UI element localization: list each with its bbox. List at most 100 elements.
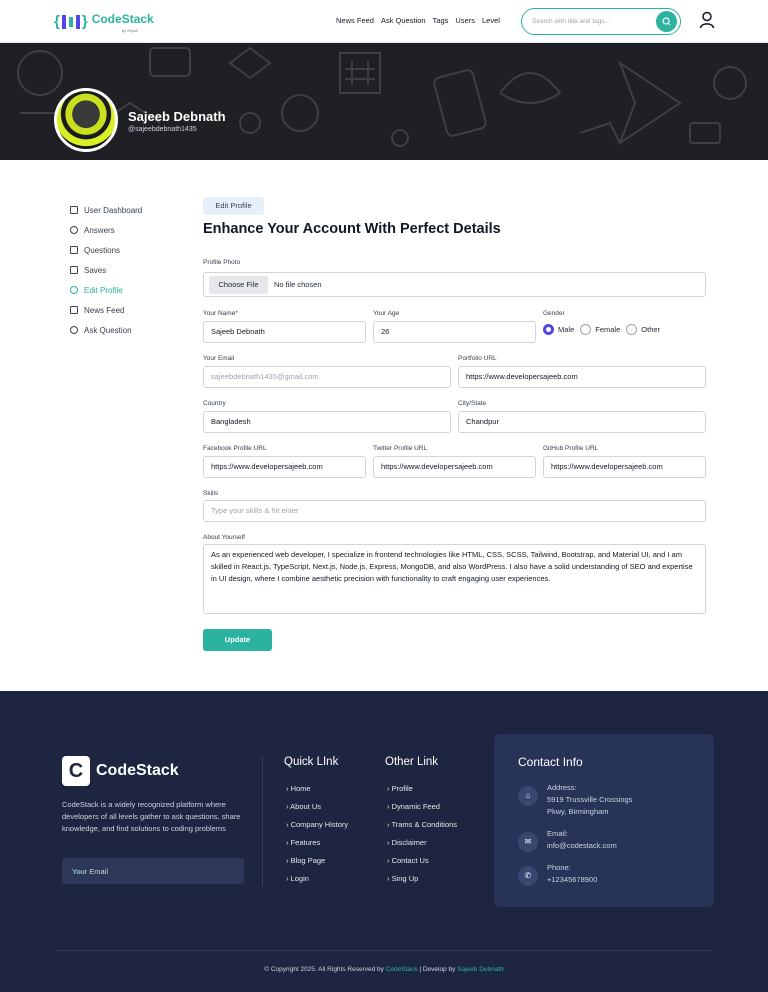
page-title: Enhance Your Account With Perfect Detail…: [203, 221, 501, 237]
choose-file-button[interactable]: Choose File: [209, 276, 268, 294]
footer-link[interactable]: › About Us: [286, 798, 348, 816]
grid-icon: [70, 206, 78, 214]
footer-link[interactable]: › Disclaimer: [387, 834, 457, 852]
arrow-right-icon[interactable]: →: [72, 863, 236, 877]
footer-link[interactable]: › Home: [286, 780, 348, 798]
sidebar-item-saves[interactable]: Saves: [70, 260, 142, 280]
footer-logo-icon: C: [62, 756, 90, 786]
brand-logo[interactable]: {} CodeStack by Zeps0: [54, 10, 154, 33]
skills-label: Skills: [203, 490, 219, 497]
portfolio-field[interactable]: https://www.developersajeeb.com: [458, 366, 706, 388]
gender-male-radio[interactable]: Male: [543, 324, 574, 335]
other-links-title: Other Link: [385, 756, 439, 768]
radio-label: Other: [641, 325, 661, 334]
footer-link[interactable]: › Features: [286, 834, 348, 852]
search-input[interactable]: Search with title and tags...: [521, 8, 681, 35]
search-icon: [662, 17, 671, 26]
copyright-text: © Copyright 2025. All Rights Reserved by…: [264, 966, 504, 973]
gender-label: Gender: [543, 310, 565, 317]
nav-tags[interactable]: Tags: [433, 16, 449, 25]
email-label: Your Email: [203, 355, 235, 362]
sidebar-item-label: Ask Question: [84, 325, 132, 335]
age-label: Your Age: [373, 310, 400, 317]
radio-circle: [543, 324, 554, 335]
contact-title: Contact Info: [518, 755, 583, 769]
about-textarea[interactable]: As an experienced web developer, I speci…: [203, 544, 706, 614]
phone-icon: ✆: [518, 866, 538, 886]
file-status: No file chosen: [274, 280, 322, 289]
profile-handle: @sajeebdebnath1435: [128, 126, 197, 133]
country-field[interactable]: Bangladesh: [203, 411, 451, 433]
user-edit-icon: [70, 286, 78, 294]
dashboard-sidebar: User Dashboard Answers Questions Saves E…: [70, 200, 142, 340]
nav-level[interactable]: Level: [482, 16, 500, 25]
gender-other-radio[interactable]: Other: [626, 324, 660, 335]
author-link[interactable]: Sajeeb Debnath: [457, 966, 504, 973]
brand-name: CodeStack: [91, 12, 154, 26]
profile-avatar: [54, 88, 118, 152]
footer-link[interactable]: › Trams & Conditions: [387, 816, 457, 834]
nav-users[interactable]: Users: [455, 16, 475, 25]
sidebar-item-label: Questions: [84, 245, 121, 255]
copyright-brand-link[interactable]: CodeStack: [386, 966, 418, 973]
email-value[interactable]: info@codestack.com: [547, 841, 617, 850]
footer-link[interactable]: › Login: [286, 870, 348, 888]
footer-link[interactable]: › Contact Us: [387, 852, 457, 870]
other-links-list: › Profile › Dynamic Feed › Trams & Condi…: [387, 780, 457, 888]
city-field[interactable]: Chandpur: [458, 411, 706, 433]
footer-link[interactable]: › Sing Up: [387, 870, 457, 888]
github-label: GitHub Profile URL: [543, 445, 599, 452]
footer-link[interactable]: › Company History: [286, 816, 348, 834]
top-header: {} CodeStack by Zeps0 News Feed Ask Ques…: [0, 0, 768, 43]
skills-field[interactable]: Type your skills & hit enter: [203, 500, 706, 522]
country-label: Country: [203, 400, 226, 407]
tab-edit-profile[interactable]: Edit Profile: [203, 197, 264, 215]
email-label: Email:: [547, 829, 568, 838]
github-field[interactable]: https://www.developersajeeb.com: [543, 456, 706, 478]
quick-links-list: › Home › About Us › Company History › Fe…: [286, 780, 348, 888]
twitter-field[interactable]: https://www.developersajeeb.com: [373, 456, 536, 478]
radio-label: Female: [595, 325, 621, 334]
newsletter-email-input[interactable]: Your Email →: [62, 858, 244, 884]
phone-value[interactable]: +12345678900: [547, 875, 597, 884]
sidebar-item-edit-profile[interactable]: Edit Profile: [70, 280, 142, 300]
sidebar-item-questions[interactable]: Questions: [70, 240, 142, 260]
gender-female-radio[interactable]: Female: [580, 324, 620, 335]
user-icon: [70, 326, 78, 334]
search-button[interactable]: [656, 11, 677, 32]
phone-label: Phone:: [547, 863, 571, 872]
name-field[interactable]: Sajeeb Debnath: [203, 321, 366, 343]
gender-radio-group: Male Female Other: [543, 324, 660, 335]
quick-links-title: Quick LInk: [284, 756, 339, 768]
age-field[interactable]: 26: [373, 321, 536, 343]
brand-sub: by Zeps0: [121, 28, 139, 33]
sidebar-item-answers[interactable]: Answers: [70, 220, 142, 240]
footer-divider: [262, 756, 263, 886]
email-field[interactable]: sajeebdebnath1435@gmail.com: [203, 366, 451, 388]
doodle-pattern: [17, 46, 747, 147]
search-placeholder: Search with title and tags...: [532, 18, 611, 25]
footer-link[interactable]: › Blog Page: [286, 852, 348, 870]
footer-link[interactable]: › Dynamic Feed: [387, 798, 457, 816]
portfolio-label: Portfolio URL: [458, 355, 497, 362]
sidebar-item-user-dashboard[interactable]: User Dashboard: [70, 200, 142, 220]
sidebar-item-label: User Dashboard: [84, 205, 143, 215]
footer-link[interactable]: › Profile: [387, 780, 457, 798]
about-label: About Yourself: [203, 534, 245, 541]
sidebar-item-label: News Feed: [84, 305, 125, 315]
address-line: 5919 Trussville Crossings: [547, 795, 633, 804]
mail-icon: ✉: [518, 832, 538, 852]
profile-banner: [0, 43, 768, 160]
nav-ask-question[interactable]: Ask Question: [381, 16, 426, 25]
sidebar-item-news-feed[interactable]: News Feed: [70, 300, 142, 320]
user-account-icon[interactable]: [699, 11, 715, 29]
main-nav: News Feed Ask Question Tags Users Level: [336, 16, 500, 25]
footer-logo[interactable]: C CodeStack: [62, 756, 179, 786]
sidebar-item-ask-question[interactable]: Ask Question: [70, 320, 142, 340]
contact-info-card: Contact Info ⌂ Address: 5919 Trussville C…: [494, 734, 714, 907]
radio-label: Male: [558, 325, 575, 334]
facebook-field[interactable]: https://www.developersajeeb.com: [203, 456, 366, 478]
nav-news-feed[interactable]: News Feed: [336, 16, 374, 25]
update-button[interactable]: Update: [203, 629, 272, 651]
question-icon: [70, 246, 78, 254]
